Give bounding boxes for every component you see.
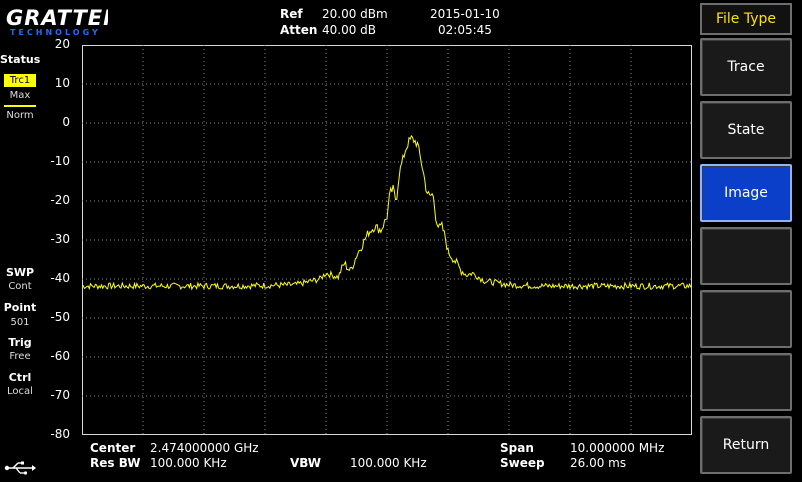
center-value: 2.474000000 GHz [150, 441, 259, 455]
swp-value: Cont [8, 281, 32, 292]
trace-mode: Max [9, 90, 31, 101]
y-tick-label: -10 [50, 154, 70, 168]
date-display: 2015-01-10 [430, 7, 500, 21]
status-panel: Status Trc1 Max Norm SWP Cont Point 501 … [0, 38, 40, 482]
atten-value: 40.00 dB [322, 23, 377, 37]
resbw-value: 100.000 KHz [150, 456, 227, 470]
ref-label: Ref [280, 7, 303, 21]
trace-indicator[interactable]: Trc1 [4, 74, 36, 87]
y-tick-label: 0 [62, 115, 70, 129]
trace-divider [4, 105, 36, 107]
sweep-value: 26.00 ms [570, 456, 627, 470]
softkey-panel: File Type Trace State Image Return [697, 0, 802, 482]
softkey-empty-2[interactable] [700, 290, 792, 348]
softkey-image[interactable]: Image [700, 164, 792, 222]
time-display: 02:05:45 [438, 23, 492, 37]
spectrum-plot [82, 45, 692, 435]
softkey-state[interactable]: State [700, 101, 792, 159]
softkey-return[interactable]: Return [700, 416, 792, 474]
center-label: Center [90, 441, 136, 455]
spectrum-trace [82, 134, 692, 291]
y-tick-label: -50 [50, 310, 70, 324]
logo-name: GRATTEN [6, 6, 108, 30]
trace-detector: Norm [6, 110, 34, 121]
softkey-empty-1[interactable] [700, 227, 792, 285]
span-label: Span [500, 441, 534, 455]
sweep-label: Sweep [500, 456, 545, 470]
y-tick-label: 20 [54, 37, 70, 51]
point-label: Point [3, 301, 37, 314]
atten-label: Atten [280, 23, 318, 37]
y-tick-label: -80 [50, 427, 70, 441]
gratten-logo: GRATTEN TECHNOLOGY [6, 6, 108, 36]
span-value: 10.000000 MHz [570, 441, 665, 455]
vbw-value: 100.000 KHz [350, 456, 427, 470]
y-tick-label: -60 [50, 349, 70, 363]
ctrl-value: Local [7, 386, 33, 397]
y-tick-label: -40 [50, 271, 70, 285]
softkey-empty-3[interactable] [700, 353, 792, 411]
usb-icon [4, 461, 36, 475]
status-title: Status [0, 53, 41, 66]
y-tick-label: -30 [50, 232, 70, 246]
trig-label: Trig [8, 336, 32, 349]
softkey-trace[interactable]: Trace [700, 38, 792, 96]
point-value: 501 [10, 317, 30, 328]
ref-value: 20.00 dBm [322, 7, 388, 21]
ctrl-label: Ctrl [8, 371, 32, 384]
swp-label: SWP [5, 266, 35, 279]
y-tick-label: 10 [54, 76, 70, 90]
y-tick-label: -70 [50, 388, 70, 402]
logo-sub: TECHNOLOGY [10, 28, 101, 36]
y-tick-label: -20 [50, 193, 70, 207]
vbw-label: VBW [290, 456, 322, 470]
softkey-title: File Type [700, 3, 792, 35]
resbw-label: Res BW [90, 456, 141, 470]
trig-value: Free [9, 351, 31, 362]
